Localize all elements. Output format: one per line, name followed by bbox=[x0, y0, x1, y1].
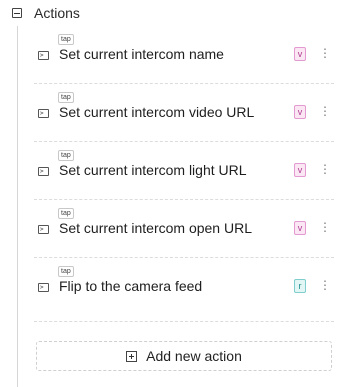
trigger-chip: tap bbox=[58, 92, 74, 103]
tree-guide-line bbox=[17, 26, 18, 387]
action-label[interactable]: Set current intercom video URL bbox=[59, 104, 254, 120]
collapse-minus-icon[interactable] bbox=[12, 8, 22, 18]
add-new-action-label: Add new action bbox=[146, 348, 242, 364]
action-label[interactable]: Set current intercom open URL bbox=[59, 220, 252, 236]
action-row[interactable]: tap > Set current intercom light URL v ⋮ bbox=[34, 142, 334, 200]
trigger-chip: tap bbox=[58, 150, 74, 161]
type-badge: v bbox=[294, 105, 306, 119]
terminal-icon: > bbox=[38, 51, 49, 60]
action-label[interactable]: Set current intercom light URL bbox=[59, 162, 247, 178]
action-label[interactable]: Flip to the camera feed bbox=[59, 278, 202, 294]
section-header[interactable]: Actions bbox=[12, 4, 80, 22]
add-new-action-button[interactable]: Add new action bbox=[36, 341, 332, 371]
terminal-icon: > bbox=[38, 283, 49, 292]
type-badge: v bbox=[294, 221, 306, 235]
kebab-menu-icon[interactable]: ⋮ bbox=[319, 220, 331, 234]
terminal-icon: > bbox=[38, 109, 49, 118]
action-list: tap > Set current intercom name v ⋮ tap … bbox=[34, 26, 334, 322]
action-row[interactable]: tap > Flip to the camera feed r ⋮ bbox=[34, 258, 334, 322]
plus-square-icon bbox=[126, 350, 138, 362]
kebab-menu-icon[interactable]: ⋮ bbox=[319, 46, 331, 60]
kebab-menu-icon[interactable]: ⋮ bbox=[319, 104, 331, 118]
kebab-menu-icon[interactable]: ⋮ bbox=[319, 278, 331, 292]
type-badge: v bbox=[294, 163, 306, 177]
trigger-chip: tap bbox=[58, 208, 74, 219]
action-row[interactable]: tap > Set current intercom name v ⋮ bbox=[34, 26, 334, 84]
kebab-menu-icon[interactable]: ⋮ bbox=[319, 162, 331, 176]
action-label[interactable]: Set current intercom name bbox=[59, 46, 224, 62]
type-badge: v bbox=[294, 47, 306, 61]
section-title: Actions bbox=[34, 5, 80, 21]
terminal-icon: > bbox=[38, 167, 49, 176]
terminal-icon: > bbox=[38, 225, 49, 234]
action-row[interactable]: tap > Set current intercom open URL v ⋮ bbox=[34, 200, 334, 258]
action-row[interactable]: tap > Set current intercom video URL v ⋮ bbox=[34, 84, 334, 142]
trigger-chip: tap bbox=[58, 34, 74, 45]
type-badge: r bbox=[294, 279, 306, 293]
trigger-chip: tap bbox=[58, 266, 74, 277]
